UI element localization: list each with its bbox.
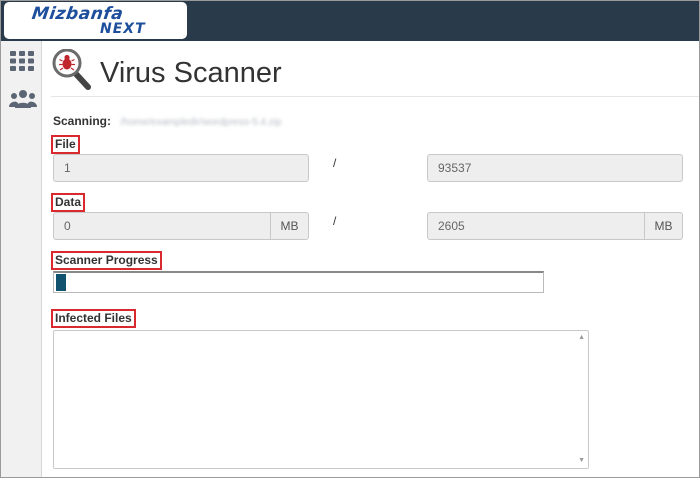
- scanning-status: Scanning: /home/exampledir/wordpress-5.4…: [53, 114, 282, 128]
- file-separator: /: [333, 156, 337, 170]
- scanning-path: /home/exampledir/wordpress-5.4.zip: [120, 117, 282, 128]
- scanner-progress-bar: [53, 271, 544, 293]
- file-current-field: 1: [53, 154, 309, 182]
- scroll-down-icon[interactable]: ▼: [578, 457, 585, 465]
- sidebar: [1, 41, 42, 477]
- grid-icon[interactable]: [10, 51, 34, 76]
- brand-logo[interactable]: Mizbanfa NEXT: [4, 2, 187, 39]
- users-icon[interactable]: [9, 89, 37, 114]
- data-label: Data: [51, 193, 86, 212]
- scanner-progress-fill: [56, 274, 66, 291]
- scanning-label: Scanning:: [53, 114, 112, 128]
- data-current-field: 0: [53, 212, 271, 240]
- magnifier-bug-icon: [52, 48, 92, 96]
- scroll-up-icon[interactable]: ▲: [578, 334, 585, 342]
- top-bar: Mizbanfa NEXT: [1, 1, 699, 41]
- data-total-field: 2605: [427, 212, 645, 240]
- infected-files-list[interactable]: ▲ ▼: [53, 330, 589, 469]
- main-content: Virus Scanner Scanning: /home/exampledir…: [42, 41, 699, 477]
- data-separator: /: [333, 214, 337, 228]
- infected-files-label: Infected Files: [51, 309, 136, 328]
- data-total-unit: MB: [645, 212, 683, 240]
- data-current-unit: MB: [271, 212, 309, 240]
- header-divider: [51, 96, 699, 97]
- page-title: Virus Scanner: [100, 57, 282, 89]
- file-total-field: 93537: [427, 154, 683, 182]
- file-label: File: [51, 135, 80, 154]
- brand-subtitle: NEXT: [100, 21, 146, 37]
- scanner-progress-label: Scanner Progress: [51, 251, 162, 270]
